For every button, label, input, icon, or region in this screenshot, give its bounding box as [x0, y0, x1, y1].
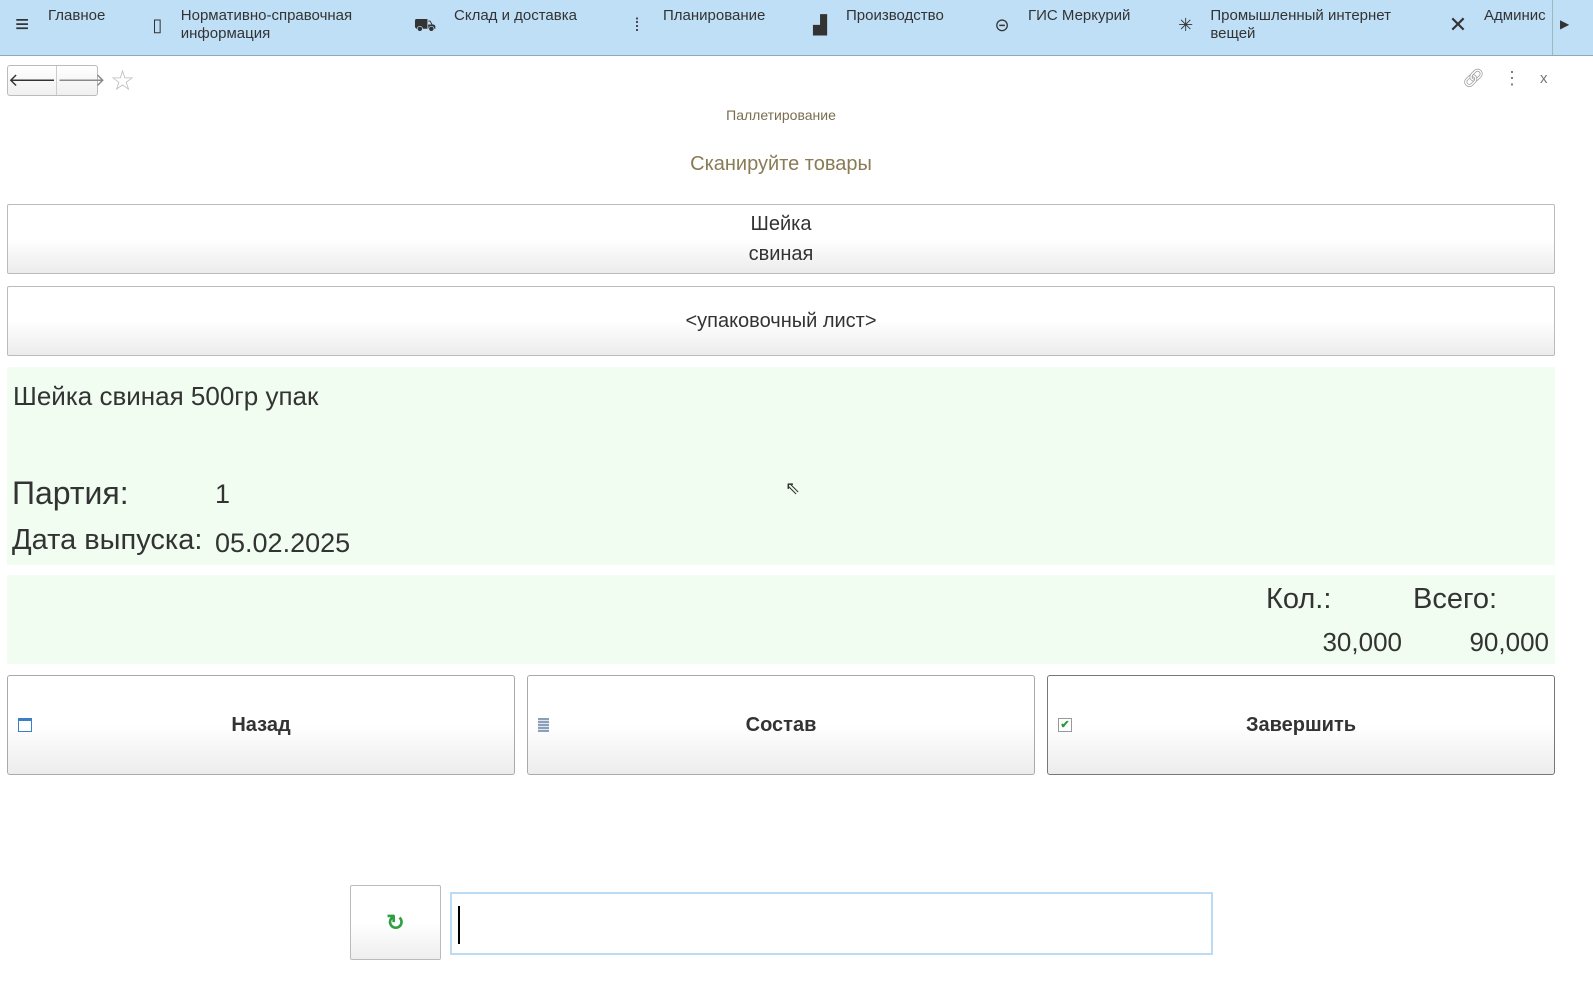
truck-icon: ⛟	[410, 13, 440, 37]
packing-list-button[interactable]: <упаковочный лист>	[7, 286, 1555, 356]
menu-item-admin[interactable]: ✕Админис	[1446, 7, 1550, 37]
total-label: Всего:	[1413, 583, 1497, 616]
batch-label: Партия:	[12, 475, 129, 512]
menu-item-reference[interactable]: ▯Нормативно-справочная информация	[148, 7, 388, 43]
total-value: 90,000	[1447, 627, 1549, 658]
star-icon[interactable]: ☆	[110, 64, 135, 97]
factory-icon: ▟	[808, 13, 832, 37]
link-icon[interactable]: 🔗︎	[1462, 68, 1485, 89]
back-arrow-icon[interactable]: 🡐	[8, 66, 57, 95]
text-caret	[458, 906, 460, 944]
menu-item-warehouse[interactable]: ⛟Склад и доставка	[410, 7, 577, 37]
menu-item-mercury[interactable]: ⊝ГИС Меркурий	[990, 7, 1130, 37]
product-info-panel: Шейка свиная 500гр упак Партия: 1 Дата в…	[7, 367, 1555, 565]
close-icon[interactable]: x	[1540, 70, 1548, 87]
history-nav: 🡐 🡒	[7, 65, 98, 96]
refresh-icon: ↻	[386, 910, 404, 936]
date-value: 05.02.2025	[215, 528, 350, 559]
contents-button[interactable]: Состав	[527, 675, 1035, 775]
barcode-input[interactable]	[450, 892, 1213, 955]
product-name: Шейка свиная 500гр упак	[13, 381, 318, 412]
forward-arrow-icon[interactable]: 🡒	[57, 66, 105, 95]
check-document-icon: ✔	[1058, 718, 1072, 732]
hamburger-icon[interactable]: ≡	[10, 13, 34, 37]
menu-item-planning[interactable]: ⁞Планирование	[625, 7, 765, 37]
refresh-button[interactable]: ↻	[350, 885, 441, 960]
breadcrumb: Паллетирование	[0, 107, 1562, 123]
menu-item-production[interactable]: ▟Производство	[808, 7, 944, 37]
mercury-icon: ⊝	[990, 13, 1014, 37]
qty-value: 30,000	[1307, 627, 1402, 658]
scan-prompt: Сканируйте товары	[0, 153, 1562, 176]
totals-panel: Кол.: Всего: 30,000 90,000	[7, 575, 1555, 664]
scroll-right-icon[interactable]: ▶	[1560, 17, 1569, 31]
book-icon: ▯	[148, 13, 167, 37]
batch-value: 1	[215, 479, 230, 510]
iot-icon: ✳	[1175, 13, 1196, 37]
planning-icon: ⁞	[625, 13, 649, 37]
back-button[interactable]: Назад	[7, 675, 515, 775]
qty-label: Кол.:	[1266, 583, 1331, 616]
list-icon	[538, 718, 549, 732]
tools-icon: ✕	[1446, 13, 1470, 37]
menu-item-main[interactable]: ≡Главное	[10, 7, 105, 37]
date-label: Дата выпуска:	[12, 524, 202, 557]
mouse-cursor-icon: ⇖	[785, 478, 800, 499]
product-button[interactable]: Шейка свиная	[7, 204, 1555, 274]
menu-item-iot[interactable]: ✳Промышленный интернет вещей	[1175, 7, 1415, 43]
finish-button[interactable]: ✔ Завершить	[1047, 675, 1555, 775]
menu-divider	[1552, 0, 1553, 55]
top-menu-bar: ≡Главное ▯Нормативно-справочная информац…	[0, 0, 1593, 56]
back-form-icon	[18, 718, 32, 732]
more-icon[interactable]: ⋮	[1503, 68, 1521, 89]
